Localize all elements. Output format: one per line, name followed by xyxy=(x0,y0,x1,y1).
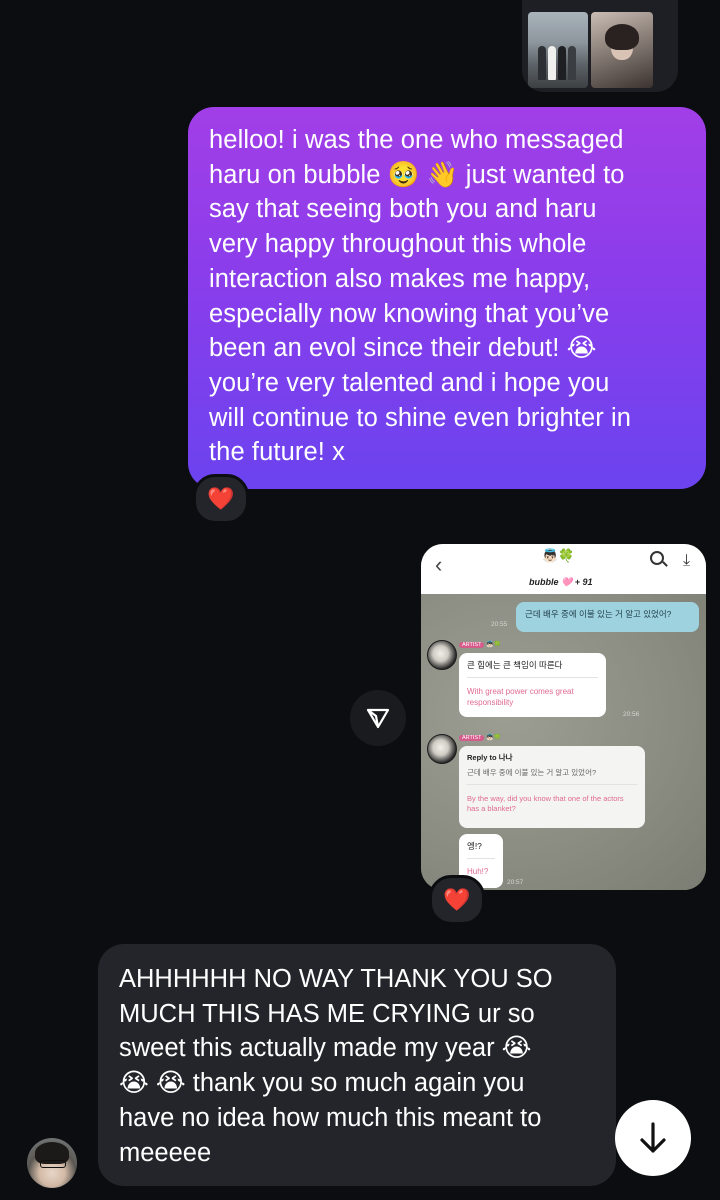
artist-reply-quote: Reply to 나나 근데 배우 중에 이불 있는 거 알고 있었어? By … xyxy=(459,746,645,828)
artist-reply-2-ko: 엥!? xyxy=(467,841,482,851)
artist-reply-2-time: 20:57 xyxy=(507,879,524,886)
download-icon: ⤓ xyxy=(683,552,691,569)
screenshot-chat-body: 20:55 근데 배우 중에 이불 있는 거 알고 있었어? ARTIST 👼🏻… xyxy=(421,594,706,890)
send-icon xyxy=(366,708,390,729)
outgoing-message-bubble[interactable]: helloo! i was the one who messaged haru … xyxy=(188,107,706,489)
artist-reply-1-time: 20:56 xyxy=(623,711,640,718)
shared-photos-attachment[interactable] xyxy=(522,0,678,92)
artist-avatar xyxy=(427,734,457,764)
heart-icon: ❤️ xyxy=(207,486,235,511)
search-icon xyxy=(650,551,664,565)
forward-button[interactable] xyxy=(350,690,406,746)
heart-icon: ❤️ xyxy=(443,887,471,912)
artist-reply-1: 큰 힘에는 큰 책임이 따른다 With great power comes g… xyxy=(459,653,606,717)
artist-avatar xyxy=(427,640,457,670)
heart-reaction[interactable]: ❤️ xyxy=(193,474,249,524)
outgoing-message-text: helloo! i was the one who messaged haru … xyxy=(209,126,632,467)
scroll-to-bottom-button[interactable] xyxy=(615,1100,691,1176)
artist-reply-1-en: With great power comes great responsibil… xyxy=(467,687,574,707)
reply-quote-en: By the way, did you know that one of the… xyxy=(467,794,624,813)
back-arrow-icon: ‹ xyxy=(435,552,443,577)
artist-reply-2-en: Huh!? xyxy=(467,867,489,876)
header-emoji: 👼🏻🍀 xyxy=(542,548,575,563)
my-message: 근데 배우 중에 이불 있는 거 알고 있었어? xyxy=(516,602,699,632)
shared-photo-selfie[interactable] xyxy=(591,12,653,88)
shared-photo-group[interactable] xyxy=(528,12,588,88)
reply-to-line: Reply to 나나 xyxy=(467,753,513,762)
screenshot-header: ‹ 👼🏻🍀 bubble 🩷 + 91 ⤓ xyxy=(421,544,706,594)
artist-label-1: ARTIST 👼🏻🍀 xyxy=(459,641,501,648)
artist-label-2: ARTIST 👼🏻🍀 xyxy=(459,734,501,741)
incoming-message-text: AHHHHHH NO WAY THANK YOU SO MUCH THIS HA… xyxy=(119,965,553,1167)
arrow-down-icon xyxy=(640,1122,666,1153)
shared-screenshot-image[interactable]: ‹ 👼🏻🍀 bubble 🩷 + 91 ⤓ 20:55 근데 배우 중에 이불 … xyxy=(421,544,706,890)
sender-avatar[interactable] xyxy=(27,1138,77,1188)
header-title: bubble 🩷 + 91 xyxy=(529,577,593,587)
artist-reply-1-ko: 큰 힘에는 큰 책임이 따른다 xyxy=(467,660,563,670)
incoming-message-bubble[interactable]: AHHHHHH NO WAY THANK YOU SO MUCH THIS HA… xyxy=(98,944,616,1186)
reply-quote-ko: 근데 배우 중에 이불 있는 거 알고 있었어? xyxy=(467,768,597,777)
my-message-time: 20:55 xyxy=(491,621,508,628)
heart-reaction[interactable]: ❤️ xyxy=(429,875,485,925)
